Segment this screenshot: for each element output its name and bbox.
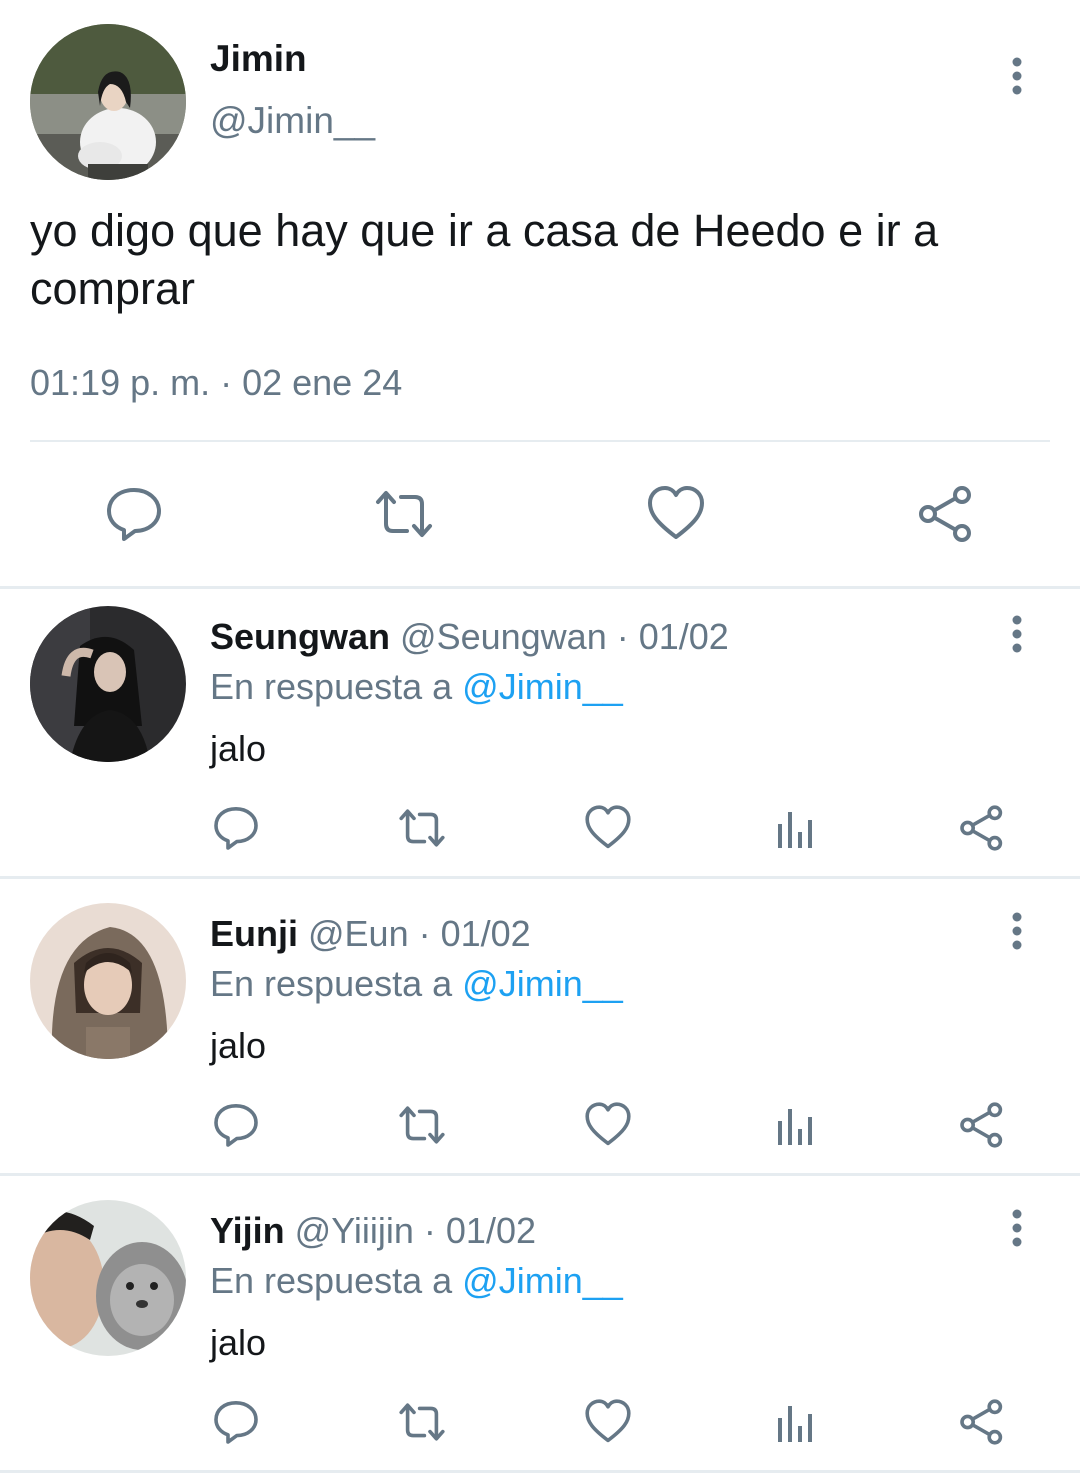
divider — [30, 440, 1050, 442]
share-icon[interactable] — [958, 1101, 1006, 1149]
in-reply-label: En respuesta a — [210, 1260, 463, 1301]
main-tweet: Jimin @Jimin__ yo digo que hay que ir a … — [0, 0, 1080, 590]
reply-icon[interactable] — [104, 484, 164, 544]
reply-icon[interactable] — [212, 804, 260, 852]
share-icon[interactable] — [958, 804, 1006, 852]
reply-handle-date[interactable]: @Yiiijin · 01/02 — [285, 1210, 536, 1251]
reply-author-name[interactable]: Eunji — [210, 913, 298, 954]
avatar-seungwan[interactable] — [30, 606, 186, 762]
like-icon[interactable] — [584, 1101, 632, 1149]
in-reply-to: En respuesta a @Jimin__ — [210, 666, 623, 708]
analytics-icon[interactable] — [772, 804, 820, 852]
retweet-icon[interactable] — [398, 1398, 446, 1446]
reply-header: Seungwan @Seungwan · 01/02 — [210, 616, 729, 658]
like-icon[interactable] — [584, 1398, 632, 1446]
in-reply-label: En respuesta a — [210, 666, 463, 707]
reply-author-name[interactable]: Seungwan — [210, 616, 390, 657]
avatar-jimin[interactable] — [30, 24, 186, 180]
reply-text: jalo — [210, 1025, 267, 1066]
retweet-icon[interactable] — [398, 804, 446, 852]
more-options-icon[interactable] — [1004, 911, 1030, 951]
share-icon[interactable] — [916, 484, 976, 544]
like-icon[interactable] — [646, 484, 706, 544]
analytics-icon[interactable] — [772, 1398, 820, 1446]
in-reply-label: En respuesta a — [210, 963, 463, 1004]
in-reply-to: En respuesta a @Jimin__ — [210, 1260, 623, 1302]
mention-link[interactable]: @Jimin__ — [462, 1260, 623, 1301]
more-options-icon[interactable] — [1004, 56, 1030, 96]
reply-handle-date[interactable]: @Eun · 01/02 — [298, 913, 531, 954]
tweet-text: yo digo que hay que ir a casa de Heedo e… — [30, 205, 939, 314]
reply-text: jalo — [210, 1322, 267, 1363]
separator — [0, 586, 1080, 589]
reply-icon[interactable] — [212, 1101, 260, 1149]
mention-link[interactable]: @Jimin__ — [462, 666, 623, 707]
reply-handle-date[interactable]: @Seungwan · 01/02 — [390, 616, 729, 657]
reply-tweet: Seungwan @Seungwan · 01/02 En respuesta … — [0, 590, 1080, 884]
reply-header: Yijin @Yiiijin · 01/02 — [210, 1210, 536, 1252]
analytics-icon[interactable] — [772, 1101, 820, 1149]
in-reply-to: En respuesta a @Jimin__ — [210, 963, 623, 1005]
mention-link[interactable]: @Jimin__ — [462, 963, 623, 1004]
retweet-icon[interactable] — [374, 484, 434, 544]
reply-tweet: Yijin @Yiiijin · 01/02 En respuesta a @J… — [0, 1184, 1080, 1473]
tweet-timestamp: 01:19 p. m. · 02 ene 24 — [30, 362, 403, 403]
author-handle[interactable]: @Jimin__ — [210, 100, 375, 142]
like-icon[interactable] — [584, 804, 632, 852]
avatar-eunji[interactable] — [30, 903, 186, 1059]
retweet-icon[interactable] — [398, 1101, 446, 1149]
author-name[interactable]: Jimin — [210, 38, 307, 80]
separator — [0, 876, 1080, 879]
reply-tweet: Eunji @Eun · 01/02 En respuesta a @Jimin… — [0, 887, 1080, 1181]
reply-header: Eunji @Eun · 01/02 — [210, 913, 531, 955]
reply-author-name[interactable]: Yijin — [210, 1210, 285, 1251]
separator — [0, 1173, 1080, 1176]
more-options-icon[interactable] — [1004, 1208, 1030, 1248]
share-icon[interactable] — [958, 1398, 1006, 1446]
reply-text: jalo — [210, 728, 267, 769]
reply-icon[interactable] — [212, 1398, 260, 1446]
avatar-yijin[interactable] — [30, 1200, 186, 1356]
more-options-icon[interactable] — [1004, 614, 1030, 654]
